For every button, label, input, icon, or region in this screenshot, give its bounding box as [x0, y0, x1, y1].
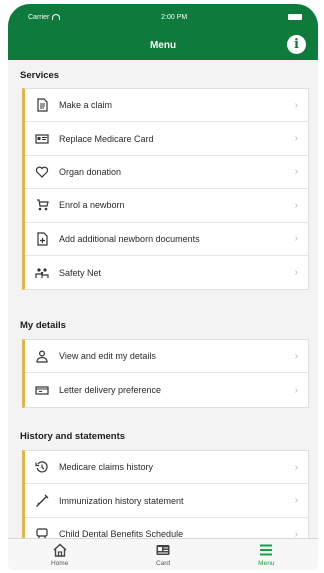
menu-item-label: Medicare claims history	[59, 462, 154, 473]
page-title: Menu	[149, 39, 177, 51]
home-icon	[53, 543, 67, 557]
status-time: 2:00 PM	[161, 13, 188, 21]
family-icon	[35, 266, 49, 280]
services-list: Make a claim › Replace Medicare Card › O…	[22, 88, 309, 291]
mailbox-icon	[35, 383, 49, 397]
chevron-right-icon: ›	[294, 99, 298, 111]
menu-item-safety-net[interactable]: Safety Net ›	[25, 256, 308, 289]
status-bar: Carrier 2:00 PM	[8, 4, 318, 30]
menu-item-label: Child Dental Benefits Schedule	[59, 529, 184, 538]
card-icon	[156, 545, 170, 555]
chevron-right-icon: ›	[294, 495, 298, 507]
stroller-icon	[35, 198, 49, 212]
menu-item-letter-delivery[interactable]: Letter delivery preference ›	[25, 373, 308, 406]
section-title-history: History and statements	[20, 431, 126, 442]
app-screen: Carrier 2:00 PM Menu i Services Make a c…	[8, 4, 318, 570]
chevron-right-icon: ›	[294, 199, 298, 211]
menu-item-label: View and edit my details	[59, 351, 156, 362]
document-icon	[35, 98, 49, 112]
menu-item-label: Add additional newborn documents	[59, 233, 200, 244]
person-icon	[35, 349, 49, 363]
chevron-right-icon: ›	[294, 233, 298, 245]
syringe-icon	[35, 494, 49, 508]
section-title-services: Services	[20, 70, 60, 81]
tab-menu[interactable]: Menu	[226, 542, 306, 567]
menu-item-enrol-newborn[interactable]: Enrol a newborn ›	[25, 189, 308, 223]
battery-icon	[288, 14, 302, 20]
tooth-icon	[35, 527, 49, 538]
tab-card[interactable]: Card	[123, 542, 203, 567]
menu-item-replace-card[interactable]: Replace Medicare Card ›	[25, 122, 308, 156]
chevron-right-icon: ›	[294, 350, 298, 362]
menu-icon	[260, 544, 273, 556]
menu-item-label: Enrol a newborn	[59, 200, 125, 211]
menu-item-organ-donation[interactable]: Organ donation ›	[25, 156, 308, 190]
menu-item-child-dental[interactable]: Child Dental Benefits Schedule ›	[25, 518, 308, 538]
menu-item-label: Letter delivery preference	[59, 385, 162, 396]
menu-item-view-edit-details[interactable]: View and edit my details ›	[25, 340, 308, 374]
tab-label: Card	[155, 560, 171, 567]
info-button[interactable]: i	[287, 35, 306, 54]
my-details-list: View and edit my details › Letter delive…	[22, 339, 309, 408]
menu-item-label: Immunization history statement	[59, 495, 184, 506]
menu-item-newborn-documents[interactable]: Add additional newborn documents ›	[25, 223, 308, 256]
section-title-my-details: My details	[20, 320, 66, 331]
carrier-label: Carrier	[28, 13, 50, 21]
menu-item-immunization-statement[interactable]: Immunization history statement ›	[25, 484, 308, 518]
chevron-right-icon: ›	[294, 384, 298, 396]
wifi-icon	[52, 14, 61, 20]
document-plus-icon	[35, 232, 49, 246]
heart-icon	[35, 165, 49, 179]
chevron-right-icon: ›	[294, 267, 298, 279]
chevron-right-icon: ›	[294, 166, 298, 178]
menu-item-make-claim[interactable]: Make a claim ›	[25, 89, 308, 123]
nav-bar: Menu i	[8, 30, 318, 60]
tab-label: Home	[50, 560, 69, 567]
history-icon	[35, 460, 49, 474]
card-icon	[35, 132, 49, 146]
chevron-right-icon: ›	[294, 133, 298, 145]
info-icon: i	[294, 37, 299, 52]
chevron-right-icon: ›	[294, 528, 298, 538]
chevron-right-icon: ›	[294, 461, 298, 473]
menu-item-label: Replace Medicare Card	[59, 133, 154, 144]
menu-item-label: Safety Net	[59, 267, 102, 278]
tab-bar: Home Card Menu	[8, 538, 318, 570]
tab-label: Menu	[258, 560, 275, 567]
menu-item-label: Organ donation	[59, 166, 122, 177]
history-list: Medicare claims history › Immunization h…	[22, 450, 309, 538]
menu-item-claims-history[interactable]: Medicare claims history ›	[25, 451, 308, 485]
menu-content: Services Make a claim › Replace Medicare…	[8, 60, 318, 538]
tab-home[interactable]: Home	[20, 542, 100, 567]
menu-item-label: Make a claim	[59, 100, 113, 111]
